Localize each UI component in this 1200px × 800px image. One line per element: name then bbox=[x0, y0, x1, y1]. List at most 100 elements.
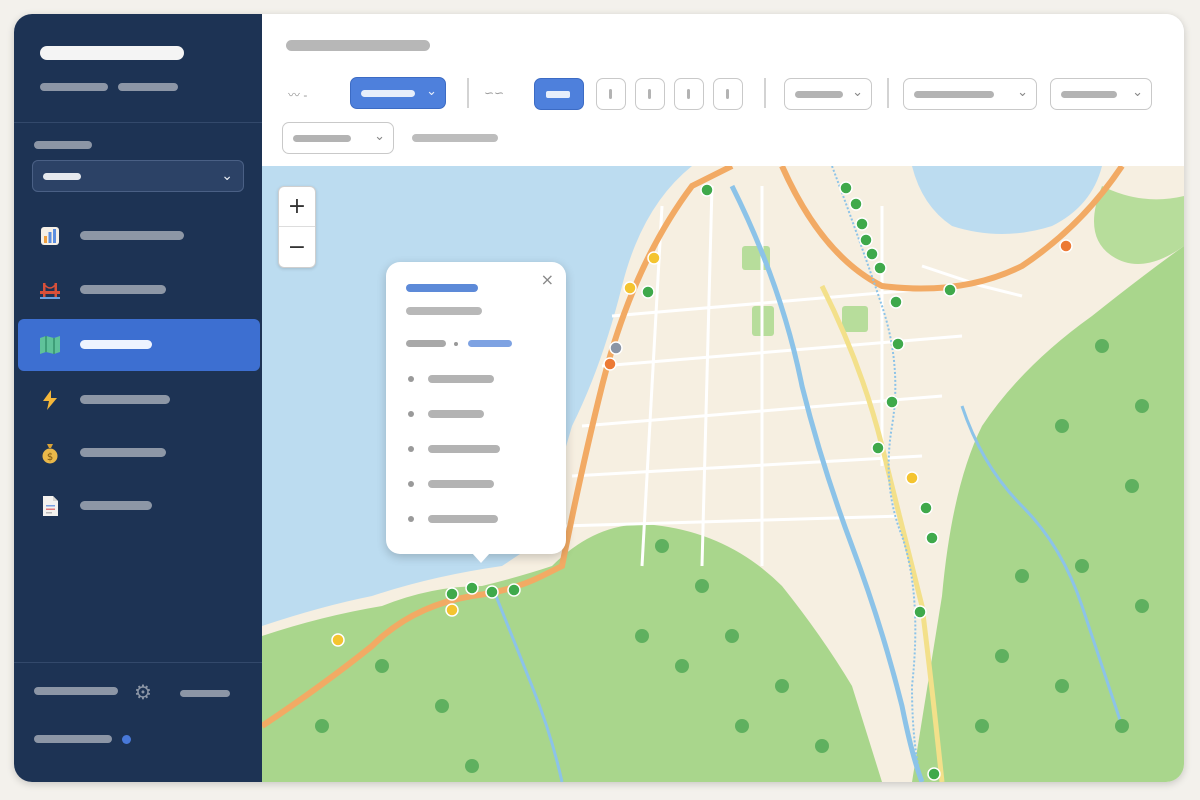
sidebar-item-label bbox=[80, 231, 184, 240]
map-icon bbox=[40, 336, 60, 354]
section-label bbox=[34, 141, 92, 149]
popup-list-text bbox=[428, 445, 500, 453]
chevron-down-icon: ⌄ bbox=[426, 83, 437, 98]
transit-stop bbox=[839, 181, 853, 195]
filter-2-value bbox=[795, 91, 843, 98]
brand-subtitle-2 bbox=[118, 83, 178, 91]
transit-stop bbox=[445, 603, 459, 617]
transit-stop bbox=[891, 337, 905, 351]
transit-stop bbox=[871, 441, 885, 455]
filter-5-value bbox=[293, 135, 351, 142]
popup-list-text bbox=[428, 410, 484, 418]
footer-user bbox=[34, 687, 118, 695]
bullet-icon bbox=[408, 516, 414, 522]
transit-stop bbox=[485, 585, 499, 599]
popup-list-text bbox=[428, 480, 494, 488]
meta-separator-dot bbox=[454, 342, 458, 346]
sidebar-item-label bbox=[80, 395, 170, 404]
transit-stop bbox=[849, 197, 863, 211]
popup-list-item bbox=[406, 479, 556, 489]
popup-list-text bbox=[428, 375, 494, 383]
bar-chart-icon bbox=[41, 227, 59, 245]
filter-label: 〰︎ - bbox=[288, 88, 308, 102]
popup-meta bbox=[406, 340, 446, 347]
popup-list-item bbox=[406, 374, 556, 384]
app-window: ⌄ $ ⚙ 〰︎ - ⌄ ∽∽ ⌄ ⌄ ⌄ ⌄ + − × bbox=[14, 14, 1184, 782]
transit-stop bbox=[905, 471, 919, 485]
sidebar-footer-divider bbox=[14, 662, 262, 663]
transit-stop bbox=[873, 261, 887, 275]
close-icon[interactable]: × bbox=[541, 270, 554, 289]
sidebar-item-reports[interactable] bbox=[18, 210, 260, 262]
chevron-down-icon: ⌄ bbox=[221, 167, 233, 183]
transit-stop bbox=[1059, 239, 1073, 253]
popup-subtitle bbox=[406, 307, 482, 315]
toolbar-separator bbox=[467, 78, 469, 108]
chevron-down-icon: ⌄ bbox=[1017, 84, 1028, 99]
sidebar: ⌄ $ ⚙ bbox=[14, 14, 262, 782]
transit-stop bbox=[603, 357, 617, 371]
sidebar-item-power[interactable] bbox=[18, 374, 260, 426]
bridge-icon bbox=[40, 283, 60, 299]
bullet-icon bbox=[408, 481, 414, 487]
filter-5-dropdown[interactable]: ⌄ bbox=[282, 122, 394, 154]
popup-link[interactable] bbox=[468, 340, 512, 347]
transit-stop bbox=[943, 283, 957, 297]
transit-stop bbox=[445, 587, 459, 601]
map-canvas[interactable]: + − × bbox=[262, 166, 1184, 782]
transit-stop bbox=[913, 605, 927, 619]
transit-stop bbox=[855, 217, 869, 231]
zoom-in-button[interactable]: + bbox=[279, 187, 315, 227]
transit-stop bbox=[889, 295, 903, 309]
transit-stop bbox=[465, 581, 479, 595]
filter-2-dropdown[interactable]: ⌄ bbox=[784, 78, 872, 110]
sidebar-item-bridges[interactable] bbox=[18, 264, 260, 316]
transit-stop bbox=[859, 233, 873, 247]
bullet-icon bbox=[408, 411, 414, 417]
transit-stop bbox=[609, 341, 623, 355]
filter-4-dropdown[interactable]: ⌄ bbox=[1050, 78, 1152, 110]
filter-3-value bbox=[914, 91, 994, 98]
toolbar-separator bbox=[887, 78, 889, 108]
filter-3-dropdown[interactable]: ⌄ bbox=[903, 78, 1037, 110]
sidebar-item-label bbox=[80, 448, 166, 457]
filter-4-value bbox=[1061, 91, 1117, 98]
document-icon bbox=[43, 496, 58, 516]
transit-stop bbox=[331, 633, 345, 647]
status-dot bbox=[122, 735, 131, 744]
zoom-control: + − bbox=[278, 186, 316, 268]
transit-stop bbox=[885, 395, 899, 409]
page-button-2[interactable] bbox=[596, 78, 626, 110]
popup-title bbox=[406, 284, 478, 292]
workspace-selector[interactable]: ⌄ bbox=[32, 160, 244, 192]
popup-list-item bbox=[406, 514, 556, 524]
page-title bbox=[286, 40, 430, 51]
sidebar-item-label bbox=[80, 501, 152, 510]
map-popup: × bbox=[386, 262, 566, 563]
popup-list-text bbox=[428, 515, 498, 523]
svg-text:$: $ bbox=[47, 452, 53, 463]
popup-list-item bbox=[406, 409, 556, 419]
popup-list-item bbox=[406, 444, 556, 454]
page-button-5[interactable] bbox=[713, 78, 743, 110]
page-button-4[interactable] bbox=[674, 78, 704, 110]
sidebar-item-map[interactable] bbox=[18, 319, 260, 371]
page-button-3[interactable] bbox=[635, 78, 665, 110]
page-button-1[interactable] bbox=[534, 78, 584, 110]
sidebar-item-documents[interactable] bbox=[18, 480, 260, 532]
brand-title bbox=[40, 46, 184, 60]
results-meta bbox=[412, 134, 498, 142]
transit-stop bbox=[925, 531, 939, 545]
zoom-out-button[interactable]: − bbox=[279, 227, 315, 267]
transit-stop bbox=[507, 583, 521, 597]
gear-icon[interactable]: ⚙ bbox=[134, 680, 152, 705]
pager-label: ∽∽ bbox=[484, 86, 505, 100]
primary-filter-dropdown[interactable]: ⌄ bbox=[350, 77, 446, 109]
footer-link[interactable] bbox=[180, 690, 230, 697]
sidebar-item-finance[interactable]: $ bbox=[18, 427, 260, 479]
transit-stop bbox=[623, 281, 637, 295]
bullet-icon bbox=[408, 446, 414, 452]
money-bag-icon: $ bbox=[42, 444, 58, 464]
park bbox=[842, 306, 868, 332]
chevron-down-icon: ⌄ bbox=[1132, 84, 1143, 99]
